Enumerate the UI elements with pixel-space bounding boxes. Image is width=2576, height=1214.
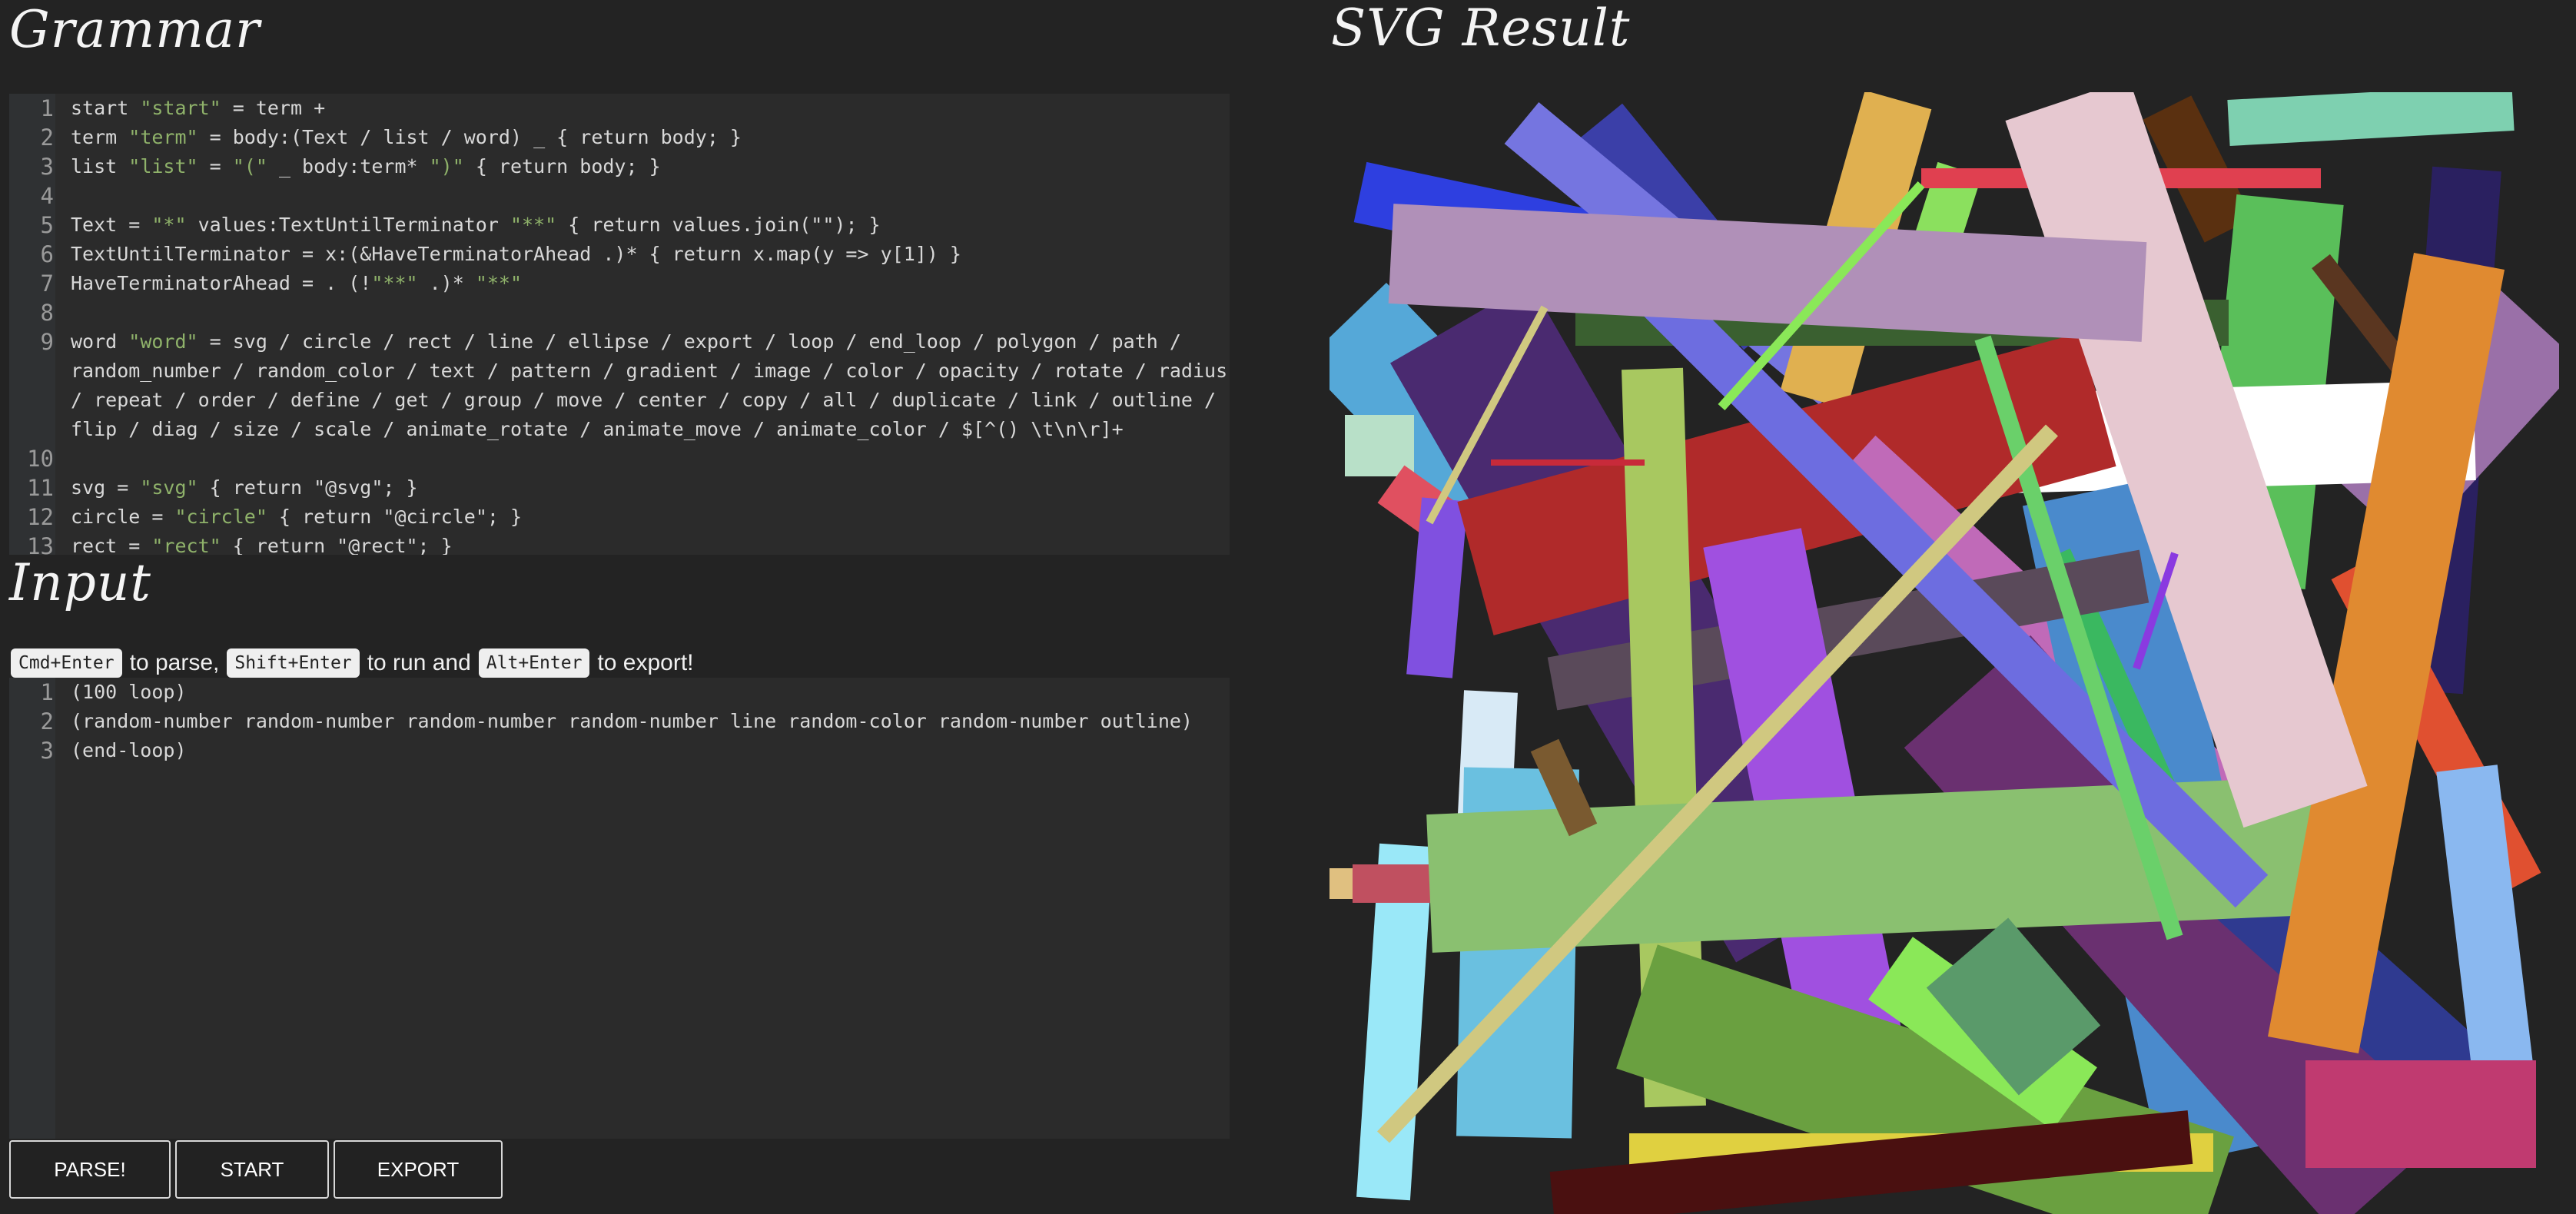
grammar-heading: Grammar [9, 0, 261, 59]
line-number: 11 [27, 475, 54, 501]
svg-result-canvas [1329, 92, 2559, 1214]
grammar-line: 6 TextUntilTerminator = x:(&HaveTerminato… [9, 240, 1230, 269]
input-line-text: (random-number random-number random-numb… [71, 710, 1193, 732]
svg-result-heading: SVG Result [1331, 0, 1631, 58]
input-code[interactable]: 1 (100 loop) 2 (random-number random-number… [9, 678, 1230, 765]
grammar-line-text [60, 181, 1230, 211]
start-button[interactable]: START [175, 1140, 329, 1199]
svg-line-shape [2436, 765, 2536, 1095]
grammar-line: 1 start "start" = term + [9, 94, 1230, 123]
grammar-line-text: Text = "*" values:TextUntilTerminator "*… [71, 214, 881, 236]
grammar-line: 7 HaveTerminatorAhead = . (!"**" .)* "**" [9, 269, 1230, 298]
line-number: 10 [27, 446, 54, 472]
input-editor[interactable]: 1 (100 loop) 2 (random-number random-number… [9, 678, 1230, 1139]
run-shortcut-text: to run and [367, 650, 471, 675]
grammar-line: 12 circle = "circle" { return "@circle"; … [9, 503, 1230, 532]
parse-shortcut-key: Cmd+Enter [11, 648, 122, 678]
grammar-line: 5 Text = "*" values:TextUntilTerminator "… [9, 211, 1230, 240]
grammar-line: 10 [9, 444, 1230, 473]
input-line-text: (100 loop) [71, 681, 187, 703]
svg-line-shape [1388, 204, 2147, 342]
input-heading: Input [9, 553, 151, 612]
grammar-line: 2 term "term" = body:(Text / list / word)… [9, 123, 1230, 152]
grammar-line: 3 list "list" = "(" _ body:term* ")" { re… [9, 152, 1230, 181]
grammar-line-text: HaveTerminatorAhead = . (!"**" .)* "**" [71, 272, 523, 294]
grammar-line-text: rect = "rect" { return "@rect"; } [71, 535, 453, 555]
grammar-line: 11 svg = "svg" { return "@svg"; } [9, 473, 1230, 503]
grammar-line-text: term "term" = body:(Text / list / word) … [71, 126, 742, 148]
line-number: 4 [40, 183, 54, 209]
line-number: 1 [40, 679, 54, 705]
line-number: 12 [27, 504, 54, 530]
svg-line-shape [1926, 917, 2101, 1096]
grammar-line-text [60, 444, 1230, 473]
line-number: 13 [27, 533, 54, 555]
parse-shortcut-text: to parse, [129, 650, 220, 675]
export-shortcut-key: Alt+Enter [478, 648, 590, 678]
grammar-line-text [60, 298, 1230, 327]
grammar-line: 8 [9, 298, 1230, 327]
line-number: 5 [40, 212, 54, 238]
line-number: 2 [40, 708, 54, 735]
export-shortcut-text: to export! [597, 650, 694, 675]
grammar-line: 4 [9, 181, 1230, 211]
line-number: 7 [40, 270, 54, 297]
svg-line-shape [2227, 92, 2515, 146]
run-shortcut-key: Shift+Enter [227, 648, 360, 678]
line-number: 3 [40, 738, 54, 764]
grammar-line: 13 rect = "rect" { return "@rect"; } [9, 532, 1230, 555]
grammar-code[interactable]: 1 start "start" = term + 2 term "term" = bo… [9, 94, 1230, 555]
line-number: 1 [40, 95, 54, 121]
line-number: 8 [40, 300, 54, 326]
input-line: 3 (end-loop) [9, 736, 1230, 765]
grammar-line: 9 word "word" = svg / circle / rect / lin… [9, 327, 1230, 444]
shortcut-hint: Cmd+Enter to parse, Shift+Enter to run a… [11, 647, 694, 679]
input-line-text: (end-loop) [71, 739, 187, 761]
line-number: 9 [40, 329, 54, 355]
grammar-line-text: TextUntilTerminator = x:(&HaveTerminator… [71, 243, 961, 265]
grammar-line-text: word "word" = svg / circle / rect / line… [71, 330, 1228, 440]
input-line: 1 (100 loop) [9, 678, 1230, 707]
grammar-editor[interactable]: 1 start "start" = term + 2 term "term" = bo… [9, 94, 1230, 555]
input-line: 2 (random-number random-number random-num… [9, 707, 1230, 736]
line-number: 3 [40, 154, 54, 180]
line-number: 2 [40, 124, 54, 151]
grammar-line-text: list "list" = "(" _ body:term* ")" { ret… [71, 155, 661, 177]
line-number: 6 [40, 241, 54, 267]
grammar-line-text: circle = "circle" { return "@circle"; } [71, 506, 523, 528]
svg-line-shape [1406, 497, 1468, 678]
export-button[interactable]: EXPORT [334, 1140, 503, 1199]
parse-button[interactable]: PARSE! [9, 1140, 171, 1199]
grammar-line-text: start "start" = term + [71, 97, 326, 119]
grammar-line-text: svg = "svg" { return "@svg"; } [71, 476, 418, 499]
